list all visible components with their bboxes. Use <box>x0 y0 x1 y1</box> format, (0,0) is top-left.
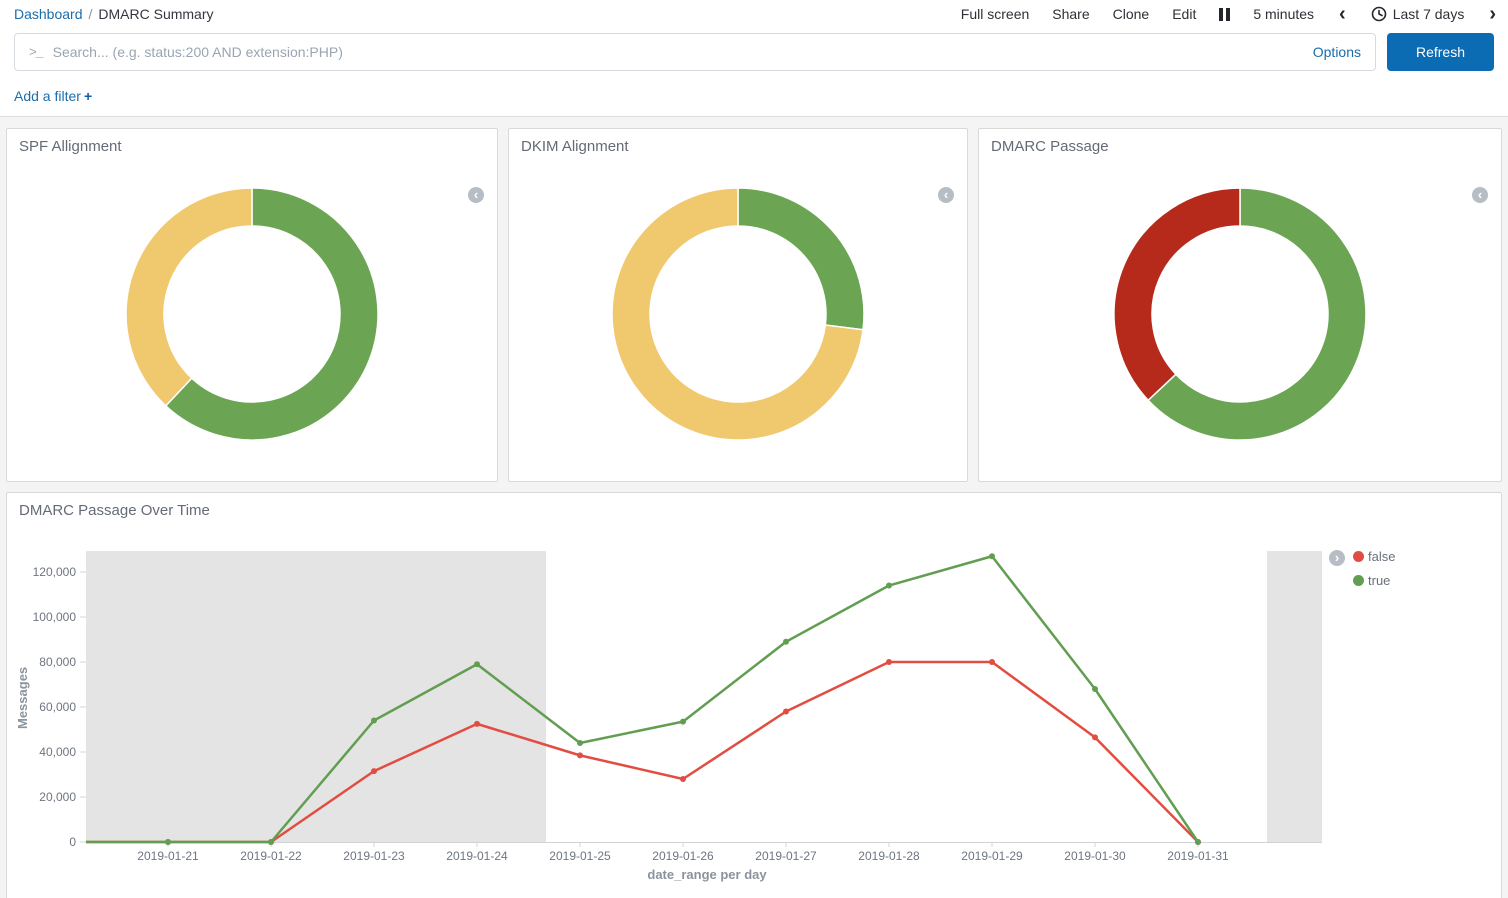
pause-button[interactable] <box>1219 8 1230 21</box>
legend-items: false true <box>1353 549 1395 588</box>
refresh-interval-button[interactable]: 5 minutes <box>1253 6 1314 22</box>
panel-dkim-alignment: DKIM Alignment ‹ <box>508 128 968 482</box>
svg-text:60,000: 60,000 <box>39 700 76 714</box>
legend-collapse-button[interactable]: ‹ <box>1472 187 1488 203</box>
clock-icon <box>1371 6 1387 22</box>
options-link[interactable]: Options <box>1313 44 1361 60</box>
dmarc-donut-chart[interactable] <box>1113 187 1367 446</box>
time-next-button[interactable]: › <box>1487 7 1498 21</box>
breadcrumb-dashboard-link[interactable]: Dashboard <box>14 6 83 22</box>
search-input[interactable] <box>53 44 1301 60</box>
legend-collapse-button[interactable]: ‹ <box>938 187 954 203</box>
page-title: DMARC Summary <box>98 6 213 22</box>
svg-text:2019-01-26: 2019-01-26 <box>652 849 714 863</box>
panel-dmarc-passage: DMARC Passage ‹ <box>978 128 1502 482</box>
svg-text:2019-01-25: 2019-01-25 <box>549 849 611 863</box>
legend-dot-green <box>1353 575 1364 586</box>
legend-dot-red <box>1353 551 1364 562</box>
plus-icon: + <box>84 88 92 104</box>
navbar-menu: Full screen Share Clone Edit 5 minutes ‹… <box>961 6 1498 22</box>
dkim-donut-chart[interactable] <box>611 187 865 446</box>
share-button[interactable]: Share <box>1052 6 1089 22</box>
svg-text:40,000: 40,000 <box>39 745 76 759</box>
filter-bar: Add a filter+ <box>0 80 1508 117</box>
svg-text:80,000: 80,000 <box>39 655 76 669</box>
svg-text:20,000: 20,000 <box>39 790 76 804</box>
svg-text:2019-01-23: 2019-01-23 <box>343 849 405 863</box>
query-prompt-icon: >_ <box>29 45 43 60</box>
time-prev-button[interactable]: ‹ <box>1337 7 1348 21</box>
pause-icon <box>1219 8 1223 21</box>
svg-text:2019-01-28: 2019-01-28 <box>858 849 920 863</box>
top-navbar: Dashboard / DMARC Summary Full screen Sh… <box>0 0 1508 26</box>
panel-title: DMARC Passage <box>979 129 1501 155</box>
spf-donut-chart[interactable] <box>125 187 379 446</box>
search-box: >_ Options <box>14 33 1376 71</box>
svg-text:2019-01-29: 2019-01-29 <box>961 849 1023 863</box>
panel-title: DKIM Alignment <box>509 129 967 155</box>
search-bar-row: >_ Options Refresh <box>0 26 1508 80</box>
clone-button[interactable]: Clone <box>1113 6 1150 22</box>
svg-text:2019-01-31: 2019-01-31 <box>1167 849 1229 863</box>
svg-text:2019-01-27: 2019-01-27 <box>755 849 817 863</box>
y-axis-title: Messages <box>15 623 31 773</box>
legend-collapse-button[interactable]: ‹ <box>468 187 484 203</box>
x-axis-title: date_range per day <box>7 867 1407 882</box>
add-filter-label: Add a filter <box>14 88 81 104</box>
pause-icon <box>1226 8 1230 21</box>
fullscreen-button[interactable]: Full screen <box>961 6 1029 22</box>
donut-panel-row: SPF Allignment ‹ DKIM Alignment ‹ DMARC … <box>6 128 1502 482</box>
time-range-label: Last 7 days <box>1393 6 1465 22</box>
svg-text:2019-01-22: 2019-01-22 <box>240 849 302 863</box>
svg-text:0: 0 <box>69 835 76 849</box>
legend-label: false <box>1368 549 1395 564</box>
refresh-button[interactable]: Refresh <box>1387 33 1494 71</box>
legend-label: true <box>1368 573 1390 588</box>
chart-legend: › false true <box>1329 549 1395 588</box>
svg-text:2019-01-24: 2019-01-24 <box>446 849 508 863</box>
edit-button[interactable]: Edit <box>1172 6 1196 22</box>
add-filter-link[interactable]: Add a filter+ <box>14 88 92 104</box>
dmarc-over-time-line-chart[interactable]: 0 20,000 40,000 60,000 80,000 100,000 120,000 2… <box>7 493 1501 898</box>
breadcrumb: Dashboard / DMARC Summary <box>14 6 214 22</box>
panel-title: SPF Allignment <box>7 129 497 155</box>
panel-spf-alignment: SPF Allignment ‹ <box>6 128 498 482</box>
svg-text:120,000: 120,000 <box>33 565 77 579</box>
breadcrumb-separator: / <box>89 6 93 22</box>
time-range-button[interactable]: Last 7 days <box>1371 6 1465 22</box>
legend-toggle-button[interactable]: › <box>1329 550 1345 566</box>
svg-text:100,000: 100,000 <box>33 610 77 624</box>
svg-text:2019-01-30: 2019-01-30 <box>1064 849 1126 863</box>
legend-item-true[interactable]: true <box>1353 573 1395 588</box>
svg-text:2019-01-21: 2019-01-21 <box>137 849 199 863</box>
legend-item-false[interactable]: false <box>1353 549 1395 564</box>
panel-dmarc-over-time: DMARC Passage Over Time 020,00040,00060,… <box>6 492 1502 898</box>
dashboard-grid: SPF Allignment ‹ DKIM Alignment ‹ DMARC … <box>0 117 1508 898</box>
